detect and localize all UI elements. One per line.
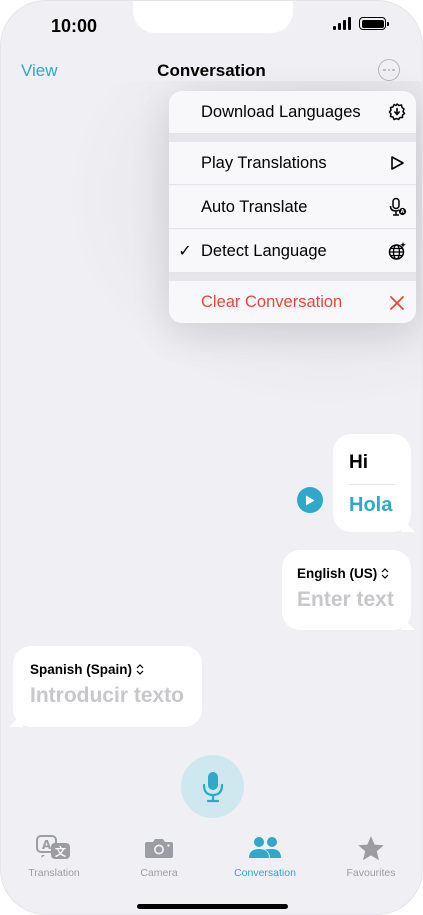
- status-icons: [333, 17, 389, 30]
- mic-auto-icon: A: [378, 197, 416, 217]
- menu-item-play-translations[interactable]: Play Translations: [169, 142, 416, 185]
- menu-item-label: Detect Language: [201, 241, 327, 260]
- language-name: English (US): [297, 566, 378, 581]
- options-menu: Download Languages Play Translations Aut…: [169, 91, 416, 323]
- menu-item-auto-translate[interactable]: Auto Translate A: [169, 186, 416, 229]
- more-options-icon[interactable]: [378, 59, 400, 81]
- tab-label: Favourites: [346, 867, 396, 879]
- phone-screen: 10:00 View Conversation Download Languag…: [0, 0, 423, 915]
- message-bubble[interactable]: Hi Hola: [333, 434, 411, 532]
- language-name: Spanish (Spain): [30, 662, 133, 677]
- tab-label: Translation: [28, 867, 80, 879]
- spanish-text-input[interactable]: Introducir texto: [30, 684, 184, 708]
- chevron-updown-icon: [136, 664, 144, 675]
- menu-separator: [169, 134, 416, 142]
- tab-label: Camera: [140, 867, 178, 879]
- star-icon: [321, 831, 421, 865]
- english-input-bubble[interactable]: English (US) Enter text: [282, 550, 411, 630]
- message-divider: [349, 484, 395, 485]
- home-indicator[interactable]: [137, 904, 288, 909]
- menu-item-detect-language[interactable]: ✓ Detect Language: [169, 230, 416, 273]
- microphone-icon: [202, 771, 223, 802]
- tab-bar: A文 Translation Camera Conversation Favou…: [1, 831, 422, 891]
- translate-icon: A文: [4, 831, 104, 865]
- english-text-input[interactable]: Enter text: [297, 588, 394, 612]
- tab-favourites[interactable]: Favourites: [321, 831, 421, 879]
- close-icon: [378, 295, 416, 311]
- spanish-language-selector[interactable]: Spanish (Spain): [30, 662, 144, 677]
- message-source-text: Hi: [349, 452, 368, 473]
- tab-conversation[interactable]: Conversation: [215, 831, 315, 879]
- svg-text:文: 文: [55, 845, 67, 859]
- menu-item-label: Clear Conversation: [201, 293, 343, 311]
- tab-label: Conversation: [234, 867, 296, 879]
- play-translation-button[interactable]: [297, 487, 323, 513]
- svg-text:A: A: [42, 838, 52, 852]
- play-icon: [306, 495, 315, 505]
- notch: [133, 1, 293, 33]
- battery-icon: [359, 17, 389, 30]
- tab-translation[interactable]: A文 Translation: [4, 831, 104, 879]
- menu-separator: [169, 273, 416, 281]
- globe-sparkle-icon: [378, 241, 416, 261]
- play-outline-icon: [378, 155, 416, 171]
- svg-text:A: A: [401, 209, 405, 215]
- microphone-button[interactable]: [181, 755, 244, 818]
- menu-item-label: Auto Translate: [201, 197, 308, 216]
- tab-camera[interactable]: Camera: [109, 831, 209, 879]
- menu-item-download-languages[interactable]: Download Languages: [169, 91, 416, 134]
- menu-item-clear-conversation[interactable]: Clear Conversation: [169, 281, 416, 323]
- message-translation-text: Hola: [349, 494, 393, 516]
- menu-item-label: Download Languages: [201, 102, 361, 121]
- menu-item-label: Play Translations: [201, 153, 327, 172]
- chevron-updown-icon: [381, 568, 389, 579]
- camera-icon: [109, 831, 209, 865]
- page-title: Conversation: [157, 61, 266, 80]
- download-settings-icon: [378, 102, 416, 122]
- status-time: 10:00: [51, 16, 98, 36]
- signal-icon: [333, 17, 351, 30]
- check-icon: ✓: [178, 243, 192, 260]
- spanish-input-bubble[interactable]: Spanish (Spain) Introducir texto: [13, 646, 202, 727]
- people-icon: [215, 831, 315, 865]
- english-language-selector[interactable]: English (US): [297, 566, 389, 581]
